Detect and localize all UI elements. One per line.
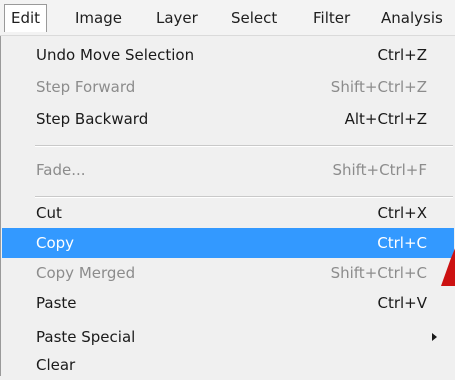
menu-item-label: Step Forward bbox=[36, 78, 136, 96]
menu-select[interactable]: Select bbox=[231, 4, 277, 32]
menu-item-fade[interactable]: Fade... Shift+Ctrl+F bbox=[2, 155, 454, 185]
menu-item-shortcut: Shift+Ctrl+Z bbox=[330, 78, 427, 96]
edit-dropdown-menu: Undo Move Selection Ctrl+Z Step Forward … bbox=[0, 36, 455, 376]
menu-item-label: Paste bbox=[36, 294, 77, 312]
menu-item-step-backward[interactable]: Step Backward Alt+Ctrl+Z bbox=[2, 104, 454, 134]
menu-item-label: Cut bbox=[36, 204, 62, 222]
menu-item-shortcut: Alt+Ctrl+Z bbox=[344, 110, 427, 128]
menu-image[interactable]: Image bbox=[75, 4, 122, 32]
menu-item-shortcut: Shift+Ctrl+C bbox=[330, 264, 427, 282]
menu-item-paste-special[interactable]: Paste Special bbox=[2, 322, 454, 352]
menu-bar: Edit Image Layer Select Filter Analysis bbox=[0, 0, 455, 36]
menu-filter[interactable]: Filter bbox=[313, 4, 350, 32]
menu-item-label: Step Backward bbox=[36, 110, 149, 128]
menu-item-shortcut: Ctrl+X bbox=[377, 204, 427, 222]
menu-edit[interactable]: Edit bbox=[4, 4, 48, 32]
menu-item-step-forward[interactable]: Step Forward Shift+Ctrl+Z bbox=[2, 72, 454, 102]
menu-item-copy-merged[interactable]: Copy Merged Shift+Ctrl+C bbox=[2, 258, 454, 288]
menu-item-shortcut: Ctrl+V bbox=[377, 294, 427, 312]
submenu-arrow-icon bbox=[432, 333, 437, 341]
menu-item-shortcut: Shift+Ctrl+F bbox=[332, 161, 427, 179]
menu-item-label: Fade... bbox=[36, 161, 86, 179]
menu-item-cut[interactable]: Cut Ctrl+X bbox=[2, 198, 454, 228]
menu-item-label: Undo Move Selection bbox=[36, 46, 195, 64]
menu-layer[interactable]: Layer bbox=[156, 4, 198, 32]
menu-item-shortcut: Ctrl+C bbox=[377, 234, 427, 252]
red-arrow-marker bbox=[441, 248, 455, 286]
menu-item-copy[interactable]: Copy Ctrl+C bbox=[2, 228, 454, 258]
menu-item-label: Copy bbox=[36, 234, 75, 252]
menu-item-undo-move-selection[interactable]: Undo Move Selection Ctrl+Z bbox=[2, 40, 454, 70]
menu-item-label: Copy Merged bbox=[36, 264, 136, 282]
menu-item-paste[interactable]: Paste Ctrl+V bbox=[2, 288, 454, 318]
menu-item-shortcut: Ctrl+Z bbox=[377, 46, 427, 64]
menu-analysis[interactable]: Analysis bbox=[381, 4, 443, 32]
menu-separator bbox=[35, 145, 453, 147]
menu-item-label: Paste Special bbox=[36, 328, 136, 346]
